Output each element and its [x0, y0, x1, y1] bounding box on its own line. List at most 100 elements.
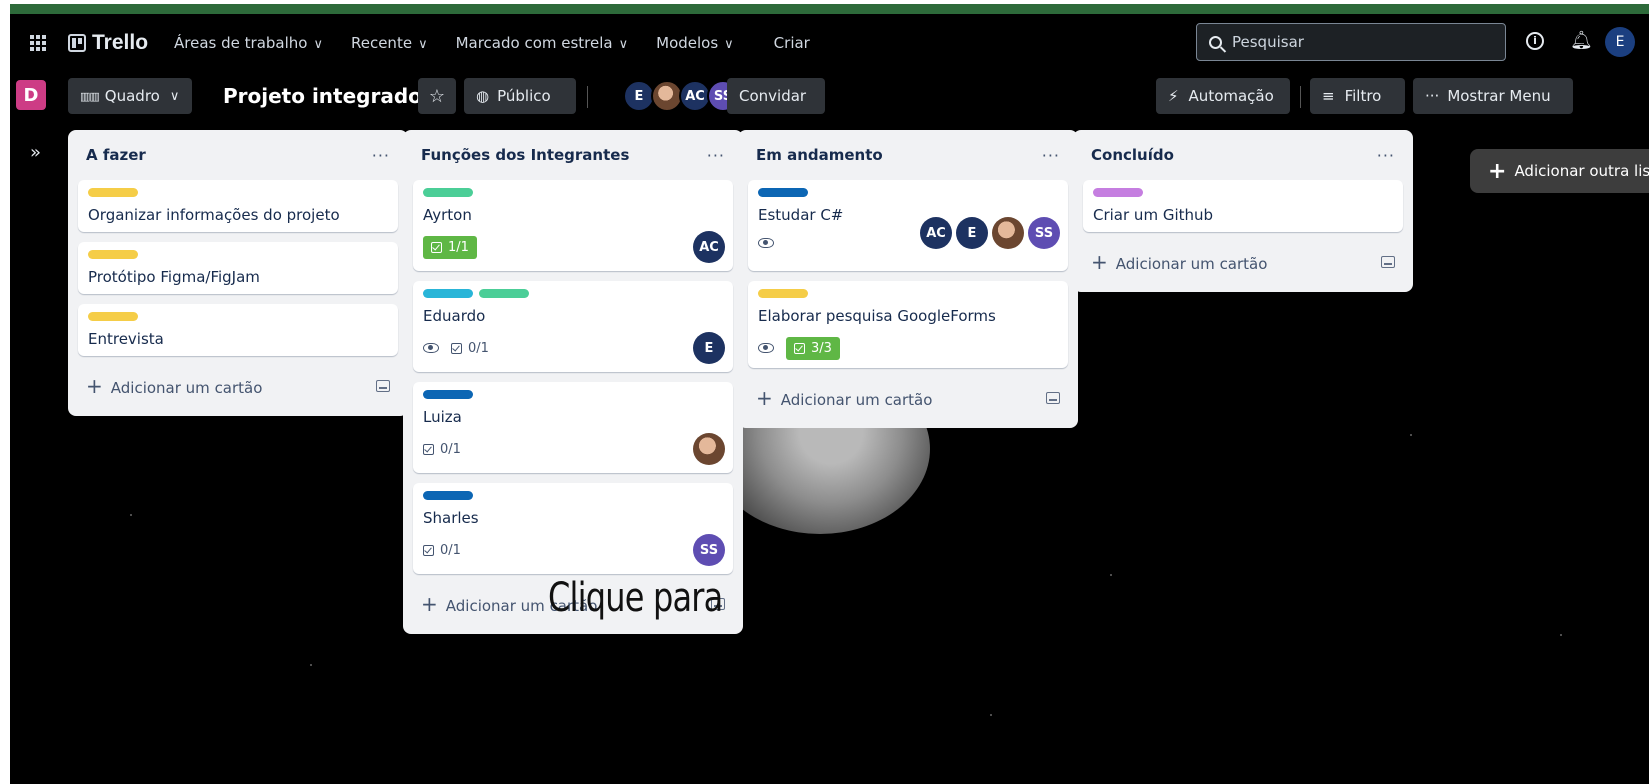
card-member-avatar[interactable]: SS: [693, 534, 725, 566]
card-title: Luiza: [423, 408, 462, 426]
card[interactable]: Ayrton 1/1 AC: [413, 180, 733, 271]
nav-templates[interactable]: Modelos ∨: [656, 34, 734, 52]
add-list-button[interactable]: + Adicionar outra lista: [1470, 149, 1649, 193]
list-header: Concluído ···: [1083, 130, 1403, 180]
nav-starred[interactable]: Marcado com estrela ∨: [456, 34, 629, 52]
card-title: Organizar informações do projeto: [88, 206, 340, 224]
board-view-label: Quadro: [104, 87, 160, 105]
card-label[interactable]: [423, 289, 473, 298]
list-title[interactable]: Em andamento: [756, 146, 883, 164]
add-card-button[interactable]: + Adicionar um cartão: [1083, 242, 1403, 282]
window-left-edge: [0, 14, 10, 784]
card-title: Eduardo: [423, 307, 486, 325]
card[interactable]: Organizar informações do projeto: [78, 180, 398, 232]
automation-label: Automação: [1188, 87, 1274, 105]
card-title: Elaborar pesquisa GoogleForms: [758, 307, 996, 325]
checklist-count: 0/1: [440, 441, 461, 457]
card[interactable]: Luiza 0/1: [413, 382, 733, 473]
nav-workspaces[interactable]: Áreas de trabalho ∨: [174, 34, 323, 52]
list-concluido: Concluído ··· Criar um Github + Adicionar…: [1073, 130, 1413, 292]
add-card-button[interactable]: + Adicionar um cartão: [748, 378, 1068, 418]
card-label[interactable]: [423, 491, 473, 500]
trello-logo[interactable]: Trello: [68, 31, 148, 55]
workspace-badge[interactable]: D: [16, 80, 46, 110]
visibility-button[interactable]: ◍ Público: [464, 78, 576, 114]
plus-icon: +: [1488, 158, 1507, 184]
list-em-andamento: Em andamento ··· Estudar C# AC E SS Elab…: [738, 130, 1078, 428]
card[interactable]: Sharles 0/1 SS: [413, 483, 733, 574]
card-member-avatar[interactable]: AC: [693, 231, 725, 263]
card-template-icon[interactable]: [1046, 392, 1060, 404]
automation-button[interactable]: ⚡︎ Automação: [1156, 78, 1290, 114]
add-card-label: Adicionar um cartão: [110, 379, 263, 397]
notifications-bell-icon[interactable]: 🔔︎: [1570, 30, 1593, 51]
card-member-avatar[interactable]: AC: [920, 217, 952, 249]
checklist-badge: 0/1: [423, 543, 461, 558]
show-menu-button[interactable]: ··· Mostrar Menu: [1413, 78, 1573, 114]
card[interactable]: Estudar C# AC E SS: [748, 180, 1068, 271]
board-members: E AC SS: [623, 80, 739, 112]
list-menu-icon[interactable]: ···: [707, 146, 725, 165]
trello-board-icon: [68, 34, 86, 52]
card[interactable]: Entrevista: [78, 304, 398, 356]
card-label[interactable]: [479, 289, 529, 298]
card-title: Criar um Github: [1093, 206, 1214, 224]
filter-button[interactable]: ≡ Filtro: [1310, 78, 1405, 114]
expand-sidebar-icon[interactable]: »: [30, 142, 41, 163]
slide-placeholder-overlay-text: Clique para: [548, 575, 723, 621]
card-label[interactable]: [758, 289, 808, 298]
card[interactable]: Elaborar pesquisa GoogleForms 3/3: [748, 281, 1068, 368]
card-label[interactable]: [88, 312, 138, 321]
board-title[interactable]: Projeto integrador: [223, 84, 432, 108]
list-menu-icon[interactable]: ···: [1042, 146, 1060, 165]
star-decoration: [130, 514, 132, 516]
info-icon[interactable]: i: [1526, 32, 1544, 50]
card-member-avatar[interactable]: E: [693, 332, 725, 364]
board-view-switcher[interactable]: ▥▥ Quadro ∨: [68, 78, 192, 114]
invite-button[interactable]: Convidar: [727, 78, 825, 114]
star-board-button[interactable]: ☆: [418, 78, 456, 114]
list-menu-icon[interactable]: ···: [1377, 146, 1395, 165]
list-title[interactable]: Funções dos Integrantes: [421, 146, 629, 164]
nav-label: Recente: [350, 34, 413, 52]
divider: [1300, 86, 1301, 108]
card-member-avatar[interactable]: SS: [1028, 217, 1060, 249]
card-member-avatar[interactable]: E: [956, 217, 988, 249]
card-label[interactable]: [1093, 188, 1143, 197]
card[interactable]: Criar um Github: [1083, 180, 1403, 232]
card-member-avatar-photo[interactable]: [992, 217, 1024, 249]
card[interactable]: Protótipo Figma/FigJam: [78, 242, 398, 294]
card-label[interactable]: [423, 390, 473, 399]
card-template-icon[interactable]: [376, 380, 390, 392]
star-decoration: [310, 664, 312, 666]
list-menu-icon[interactable]: ···: [372, 146, 390, 165]
card-label[interactable]: [423, 188, 473, 197]
chevron-down-icon: ∨: [169, 88, 180, 104]
nav-recent[interactable]: Recente ∨: [351, 34, 428, 52]
watching-badge: [758, 238, 774, 248]
list-funcoes-dos-integrantes: Funções dos Integrantes ··· Ayrton 1/1 A…: [403, 130, 743, 634]
add-card-button[interactable]: + Adicionar um cartão: [78, 366, 398, 406]
list-title[interactable]: Concluído: [1091, 146, 1174, 164]
card-label[interactable]: [88, 188, 138, 197]
star-decoration: [1410, 434, 1412, 436]
search-input[interactable]: Pesquisar: [1196, 23, 1506, 61]
create-button[interactable]: Criar: [774, 34, 810, 52]
card-label[interactable]: [758, 188, 808, 197]
card-title: Entrevista: [88, 330, 164, 348]
user-avatar[interactable]: E: [1605, 27, 1635, 57]
card-template-icon[interactable]: [1381, 256, 1395, 268]
add-list-label: Adicionar outra lista: [1514, 162, 1649, 180]
star-decoration: [990, 714, 992, 716]
list-title[interactable]: A fazer: [86, 146, 146, 164]
card-member-avatar-photo[interactable]: [693, 433, 725, 465]
chevron-down-icon: ∨: [724, 37, 734, 52]
card-label[interactable]: [88, 250, 138, 259]
nav-label: Áreas de trabalho: [174, 34, 308, 52]
star-icon: ☆: [428, 85, 446, 107]
more-icon: ···: [1425, 87, 1440, 105]
card-title: Protótipo Figma/FigJam: [88, 268, 260, 286]
search-icon: [1209, 35, 1222, 49]
card[interactable]: Eduardo 0/1 E: [413, 281, 733, 372]
app-switcher-icon[interactable]: [30, 35, 46, 51]
